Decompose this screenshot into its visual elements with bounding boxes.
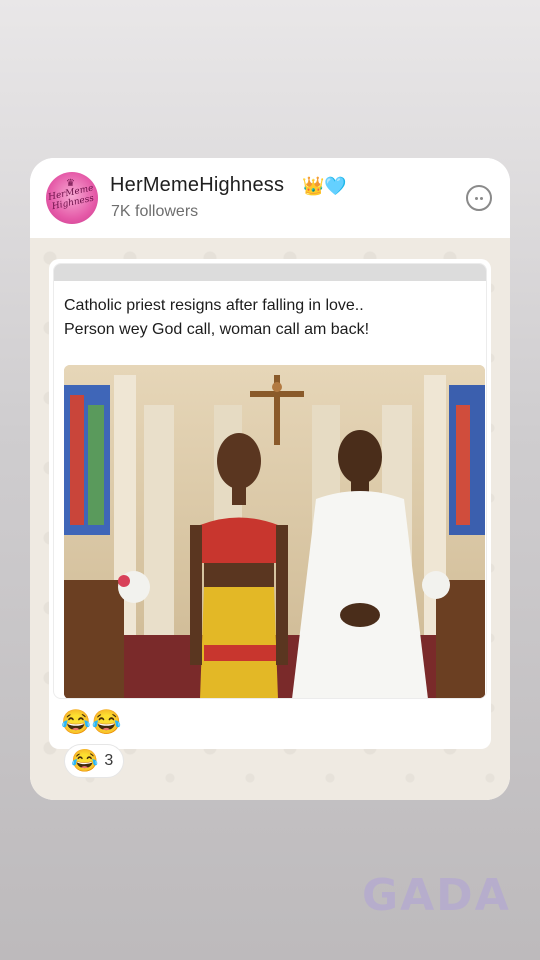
- channel-name[interactable]: HerMemeHighness: [110, 174, 284, 197]
- follower-count: 7K followers: [111, 203, 199, 220]
- reaction-count: 3: [104, 752, 114, 769]
- laughing-emoji-icon: 😂: [71, 748, 99, 773]
- shared-post-image[interactable]: Catholic priest resigns after falling in…: [53, 263, 487, 699]
- channel-header[interactable]: ♛ HerMeme Highness HerMemeHighness 👑🩵 7K…: [30, 158, 510, 238]
- post-top-bar: [54, 264, 486, 281]
- avatar[interactable]: ♛ HerMeme Highness: [46, 172, 98, 224]
- reaction-pill[interactable]: 😂 3: [64, 744, 125, 778]
- post-text: Catholic priest resigns after falling in…: [64, 294, 484, 342]
- channel-post-card: ♛ HerMeme Highness HerMemeHighness 👑🩵 7K…: [30, 158, 510, 800]
- watermark-logo: GADA: [362, 870, 511, 921]
- channel-badges: 👑🩵: [302, 176, 347, 196]
- chat-background: Catholic priest resigns after falling in…: [30, 238, 510, 800]
- avatar-logo-text: HerMeme Highness: [47, 183, 95, 213]
- post-photo[interactable]: [64, 365, 485, 698]
- post-text-line-1: Catholic priest resigns after falling in…: [64, 297, 364, 314]
- caption-emojis: 😂😂: [61, 709, 123, 736]
- post-text-line-2: Person wey God call, woman call am back!: [64, 321, 370, 338]
- chat-bubble-dots-icon[interactable]: [466, 185, 492, 211]
- message-bubble[interactable]: Catholic priest resigns after falling in…: [49, 259, 491, 749]
